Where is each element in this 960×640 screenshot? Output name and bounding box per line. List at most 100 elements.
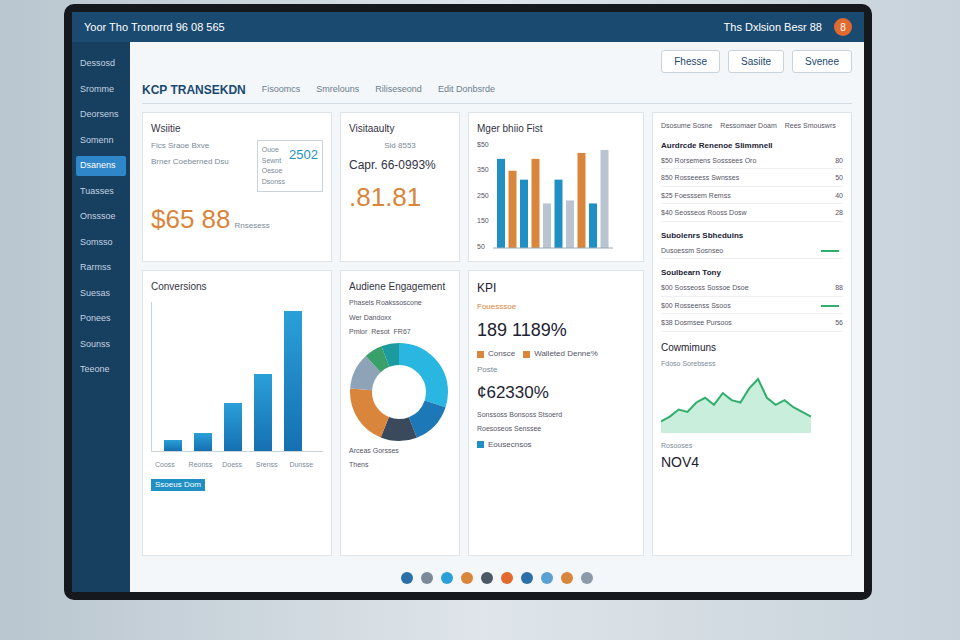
tab[interactable]: Edit Donbsrde: [438, 83, 495, 97]
sidebar-item[interactable]: Dsanens: [76, 156, 126, 176]
axis-tick: $50: [477, 140, 489, 151]
panel-row[interactable]: $40 Seosseos Rooss Dosw 28: [661, 208, 843, 222]
donut-segment: [361, 354, 437, 430]
axis-label: Reonss: [189, 460, 219, 471]
visibility-card: Visitaaulty Sid 8553 Capr. 66-0993% .81.81: [340, 112, 460, 262]
sidebar-item[interactable]: Rarmss: [76, 258, 126, 278]
panel-row[interactable]: Dusoessm Sosnseo: [661, 246, 843, 260]
sidebar-item[interactable]: Ponees: [76, 309, 126, 329]
card-subtitle: Capr. 66-0993%: [349, 156, 451, 174]
dock-app-icon[interactable]: [461, 572, 473, 584]
monitor: Yoor Tho Tronorrd 96 08 565Ths Dxlsion B…: [64, 4, 872, 600]
panel-row[interactable]: $00 Rosseenss Ssoos: [661, 301, 843, 315]
dock-app-icon[interactable]: [561, 572, 573, 584]
conversion-chart: [151, 302, 323, 452]
row-label: Dusoessm Sosnseo: [661, 246, 817, 257]
panel-row[interactable]: $50 Rorsemens Sosssees Oro 80: [661, 156, 843, 170]
bar: [589, 203, 597, 248]
dock-app-icon[interactable]: [541, 572, 553, 584]
sidebar-item[interactable]: Onsssoe: [76, 207, 126, 227]
summary-unit: Rnsesess: [235, 220, 270, 232]
kpi-second-label: Poste: [477, 364, 635, 376]
axis-tick: 150: [477, 216, 489, 227]
panel-tab[interactable]: Rees Smouswrs: [785, 121, 836, 132]
sidebar-item[interactable]: Sounss: [76, 335, 126, 355]
dock-app-icon[interactable]: [401, 572, 413, 584]
sidebar-item[interactable]: Dessosd: [76, 54, 126, 74]
panel-row[interactable]: $00 Sosseoss Sossoe Dsoe88: [661, 283, 843, 297]
sidebar-item[interactable]: Tuasses: [76, 182, 126, 202]
sidebar-item[interactable]: Teeone: [76, 360, 126, 380]
donut-segment: [361, 354, 437, 430]
row-label: $50 Rorsemens Sosssees Oro: [661, 156, 831, 167]
donut-note: Arceas Gorsses: [349, 446, 451, 457]
card-line: Brner Coeberned Dsu: [151, 156, 249, 168]
dock-app-icon[interactable]: [581, 572, 593, 584]
panel-section: Aurdrcde Renenoe Slimmnell $50 Rorsemens …: [661, 140, 843, 222]
sidebar-item[interactable]: Somenn: [76, 131, 126, 151]
dock-app-icon[interactable]: [481, 572, 493, 584]
panel-row[interactable]: $25 Foesssem Remss40: [661, 191, 843, 205]
row-label: $25 Foesssem Remss: [661, 191, 831, 202]
donut-segment: [361, 354, 437, 430]
legend-item: Wer Dandoxx: [349, 313, 451, 324]
kpi-subtitle: Fouesssoe: [477, 301, 635, 313]
row-label: $40 Seosseos Rooss Dosw: [661, 208, 831, 219]
kpi-footer: Eousecnsos: [477, 439, 635, 451]
card-title: Wsiitie: [151, 121, 323, 136]
toolbar-button[interactable]: Fhesse: [661, 50, 720, 73]
dock-app-icon[interactable]: [501, 572, 513, 584]
kpi-value: 189 1189%: [477, 317, 635, 344]
card-line: Fics Sraoe Bxve: [151, 140, 249, 152]
visibility-value: .81.81: [349, 178, 451, 217]
row-value: 28: [835, 208, 843, 219]
avatar[interactable]: 8: [834, 18, 852, 36]
bar: [554, 180, 562, 248]
panel-row[interactable]: $38 Dosmsee Pursoos56: [661, 318, 843, 332]
donut-segment: [361, 354, 437, 430]
trend-mark: [821, 305, 839, 307]
card-note: Sid 8553: [384, 140, 416, 152]
tab[interactable]: Fisoomcs: [262, 83, 301, 97]
sidebar: Dessosd Sromme Deorsens Somenn Dsanens Tuasse…: [72, 42, 130, 592]
axis-label: Cooss: [155, 460, 185, 471]
tab[interactable]: Riliseseond: [375, 83, 422, 97]
mini-item: Ouoe: [262, 145, 285, 156]
card-title: Conversions: [151, 279, 323, 294]
axis-label: Doess: [222, 460, 252, 471]
row-label: $00 Sosseoss Sossoe Dsoe: [661, 283, 831, 294]
dock: [142, 564, 852, 592]
donut-chart: [349, 342, 449, 442]
panel-tab[interactable]: Dsosume Sosne: [661, 121, 712, 132]
app-title: Yoor Tho Tronorrd 96 08 565: [84, 19, 225, 36]
row-value: 80: [835, 156, 843, 167]
mini-item: Dsonss: [262, 177, 285, 188]
bar: [600, 150, 608, 248]
sidebar-item[interactable]: Sromme: [76, 80, 126, 100]
conversion-bar: [224, 403, 242, 451]
toolbar-button[interactable]: Svenee: [792, 50, 852, 73]
section-title: Aurdrcde Renenoe Slimmnell: [661, 140, 843, 152]
kpi-legend-item: Consce: [477, 348, 515, 360]
kpi-note: Roesoseos Senssee: [477, 424, 635, 435]
bar-card: Mger bhiio Fist$5035025015050: [468, 112, 644, 262]
footer-stat: RosoosesNOV4: [661, 441, 843, 473]
card-title: Visitaaulty: [349, 121, 451, 136]
toolbar-button[interactable]: Sasiite: [728, 50, 784, 73]
legend-swatch: [477, 351, 484, 358]
tab[interactable]: Smrelouns: [316, 83, 359, 97]
mini-item: Sewnt: [262, 156, 285, 167]
sidebar-item[interactable]: Somsso: [76, 233, 126, 253]
top-bar: Yoor Tho Tronorrd 96 08 565Ths Dxlsion B…: [72, 12, 864, 42]
donut-segment: [361, 354, 437, 430]
dock-app-icon[interactable]: [421, 572, 433, 584]
bar: [497, 159, 505, 248]
sidebar-item[interactable]: Deorsens: [76, 105, 126, 125]
donut-label: FR67: [394, 327, 411, 338]
engagement-card: Audiene EngagementPhasels RoakssosconeWe…: [340, 270, 460, 556]
sidebar-item[interactable]: Suesas: [76, 284, 126, 304]
dock-app-icon[interactable]: [441, 572, 453, 584]
dock-app-icon[interactable]: [521, 572, 533, 584]
panel-row[interactable]: 850 Rosseeess Swnsses50: [661, 173, 843, 187]
panel-tab[interactable]: Ressomaer Doam: [720, 121, 776, 132]
